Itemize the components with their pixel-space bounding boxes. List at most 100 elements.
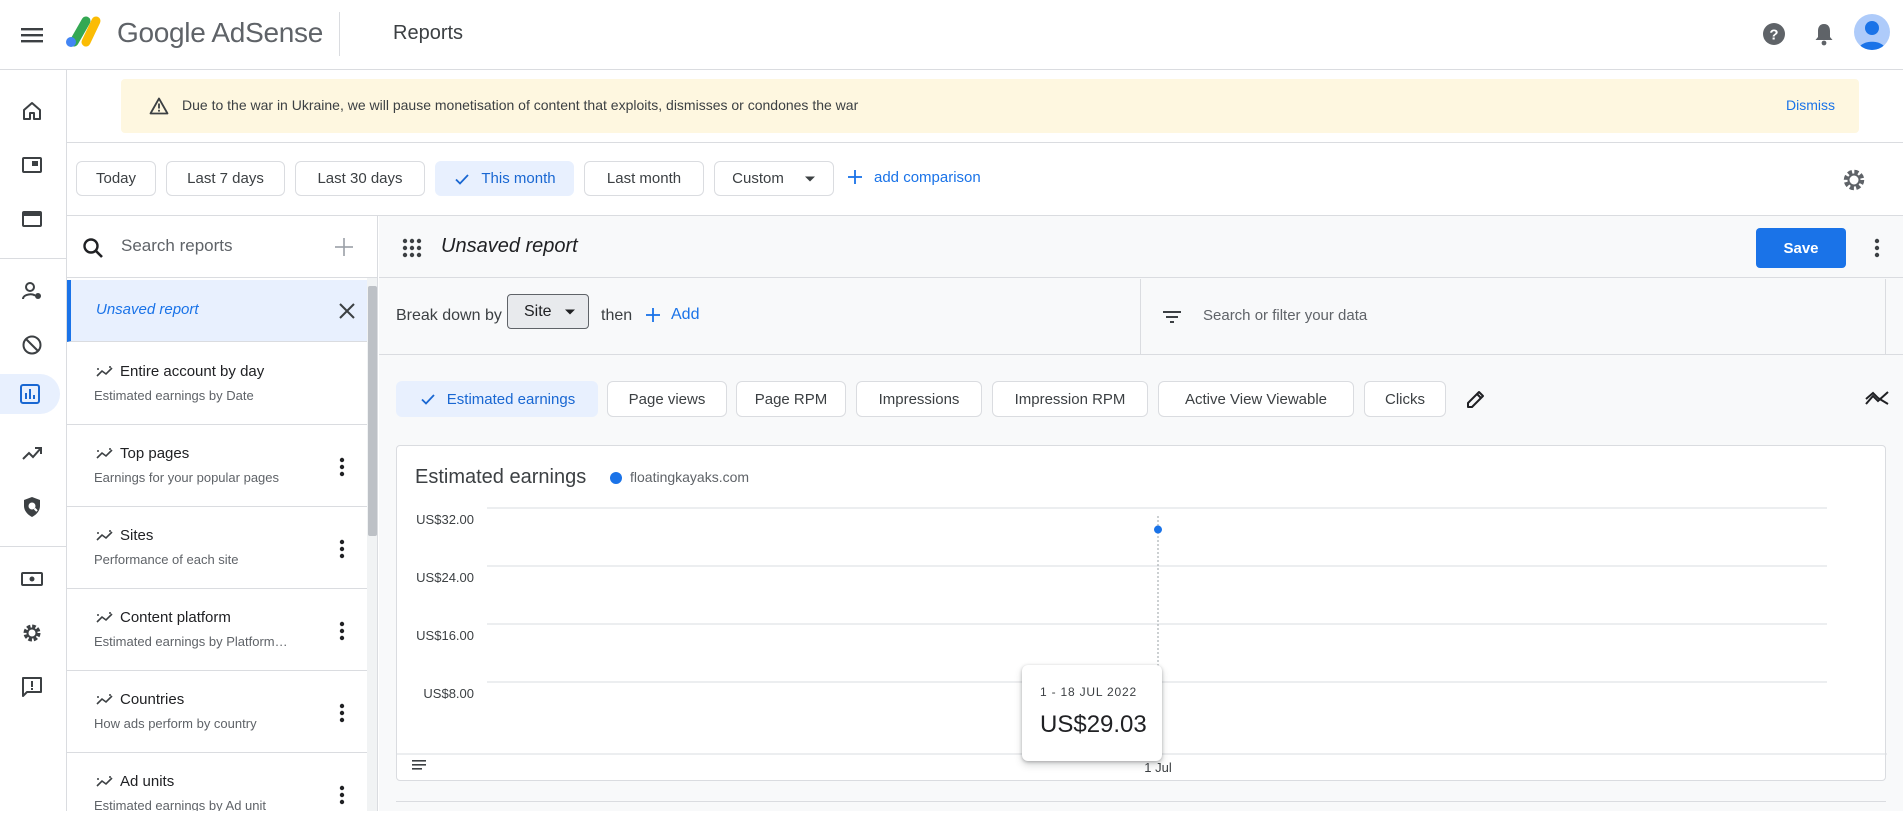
search-reports-input[interactable]: Search reports [121,236,233,256]
page-title: Reports [393,22,464,44]
report-title[interactable]: Unsaved report [441,235,578,258]
more-vert-icon[interactable] [332,701,352,725]
report-item-title: Entire account by day [120,363,265,380]
dismiss-button[interactable]: Dismiss [1786,97,1835,113]
metric-chip-active-view-viewable[interactable]: Active View Viewable [1158,381,1354,417]
sites-icon[interactable] [12,145,52,185]
metric-chip-page-views[interactable]: Page views [607,381,727,417]
sparkline-icon [96,775,114,789]
home-icon[interactable] [12,91,52,131]
table-header-edge [396,801,1886,813]
reports-icon[interactable] [0,374,60,414]
brand-safety-icon[interactable] [12,487,52,527]
report-item-subtitle: Earnings for your popular pages [94,470,280,485]
metric-chip-impressions[interactable]: Impressions [856,381,982,417]
report-item-entire-account-by-day[interactable]: Entire account by day Estimated earnings… [67,343,367,425]
search-icon [81,236,105,260]
ads-icon[interactable] [12,199,52,239]
header-divider [339,12,340,56]
reports-scrollbar[interactable] [367,278,377,811]
filter-input[interactable]: Search or filter your data [1203,307,1367,324]
divider [1885,279,1886,355]
search-reports: Search reports [67,216,377,278]
help-icon[interactable]: ? [1760,20,1788,48]
report-settings-icon[interactable] [1840,166,1868,194]
date-chip-last-month[interactable]: Last month [584,161,704,196]
breakdown-select[interactable]: Site [507,294,589,329]
close-icon[interactable] [336,300,358,322]
breakdown-bar: Break down by Site then Add Search or fi… [379,279,1903,355]
report-item-title: Sites [120,527,154,544]
feedback-icon[interactable] [12,667,52,707]
y-tick-label: US$32.00 [416,512,474,527]
more-vert-icon[interactable] [1869,236,1885,260]
more-vert-icon[interactable] [332,537,352,561]
navigation-rail [0,70,67,811]
report-item-title: Unsaved report [96,301,199,318]
tooltip-date: 1 - 18 JUL 2022 [1040,685,1137,699]
adsense-logo-icon [64,14,106,50]
date-chip-custom[interactable]: Custom [714,161,834,196]
add-comparison-button[interactable]: add comparison [846,168,981,186]
scrollbar-thumb[interactable] [368,286,377,536]
report-item-unsaved[interactable]: Unsaved report [67,280,367,342]
report-item-top-pages[interactable]: Top pages Earnings for your popular page… [67,425,367,507]
report-item-title: Ad units [120,773,175,790]
breakdown-label: Break down by [396,307,502,324]
data-point[interactable] [1154,525,1162,534]
chart-card: Estimated earnings floatingkayaks.com US… [396,445,1887,781]
sparkline-icon [96,529,114,543]
report-item-countries[interactable]: Countries How ads perform by country [67,671,367,753]
date-chip-this-month[interactable]: This month [435,161,574,196]
blocking-controls-icon[interactable] [12,325,52,365]
metric-chip-label: Estimated earnings [446,390,576,408]
account-icon[interactable] [1854,14,1890,50]
more-vert-icon[interactable] [332,619,352,643]
report-item-ad-units[interactable]: Ad units Estimated earnings by Ad unit [67,753,367,811]
product-name: Google AdSense [117,17,323,48]
edit-metrics-icon[interactable] [1465,388,1487,410]
chart-tooltip: 1 - 18 JUL 2022 US$29.03 [1022,665,1162,761]
check-icon [421,394,435,405]
more-vert-icon[interactable] [332,455,352,479]
settings-icon[interactable] [12,613,52,653]
privacy-messaging-icon[interactable] [12,271,52,311]
add-comparison-label: add comparison [874,168,981,186]
metric-chip-estimated-earnings[interactable]: Estimated earnings [396,381,598,417]
add-breakdown-button[interactable]: Add [645,306,699,324]
date-chip-last-7-days[interactable]: Last 7 days [166,161,285,196]
check-icon [455,173,470,185]
report-item-subtitle: Performance of each site [94,552,239,567]
then-label: then [601,307,633,324]
optimization-icon[interactable] [12,433,52,473]
report-area: Unsaved report Save Break down by Site t… [379,216,1903,811]
metric-chip-impression-rpm[interactable]: Impression RPM [992,381,1148,417]
menu-icon[interactable] [14,17,50,53]
chart-table-icon[interactable] [411,758,427,772]
new-report-icon[interactable] [333,236,355,258]
payments-icon[interactable] [12,559,52,599]
y-tick-label: US$8.00 [423,686,474,701]
more-vert-icon[interactable] [332,783,352,807]
apps-grid-icon[interactable] [402,238,422,258]
report-item-subtitle: How ads perform by country [94,716,257,731]
metric-chip-page-rpm[interactable]: Page RPM [736,381,846,417]
save-button[interactable]: Save [1756,228,1846,268]
warning-icon [149,96,169,116]
report-item-sites[interactable]: Sites Performance of each site [67,507,367,589]
metric-chip-clicks[interactable]: Clicks [1364,381,1446,417]
filter-icon [1160,305,1184,329]
report-item-subtitle: Estimated earnings by Platform… [94,634,288,649]
breakdown-value: Site [524,302,552,320]
rail-divider [0,546,66,547]
date-chip-last-30-days[interactable]: Last 30 days [295,161,425,196]
chart-toggle-icon[interactable] [1864,388,1890,410]
date-chip-today[interactable]: Today [76,161,156,196]
report-item-content-platform[interactable]: Content platform Estimated earnings by P… [67,589,367,671]
notifications-icon[interactable] [1810,20,1838,48]
y-tick-label: US$16.00 [416,628,474,643]
sparkline-icon [96,611,114,625]
report-item-title: Top pages [120,445,190,462]
date-chip-label: This month [481,170,556,187]
sparkline-icon [96,693,114,707]
